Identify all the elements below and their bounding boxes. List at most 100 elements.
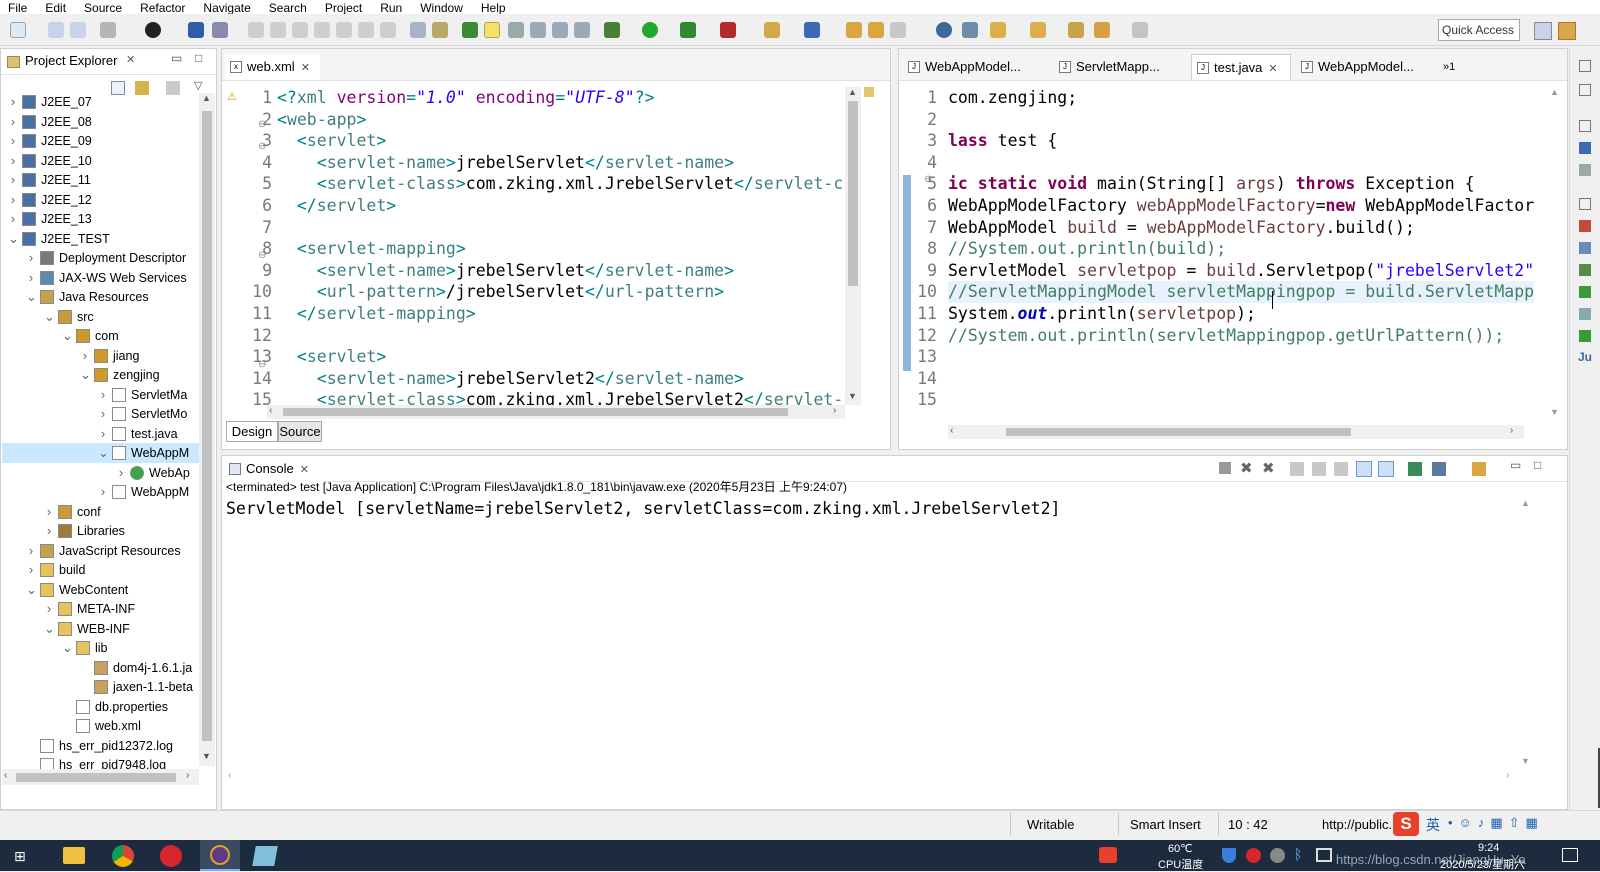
menu-item-run[interactable]: Run <box>380 2 402 14</box>
menu-item-help[interactable]: Help <box>481 2 506 14</box>
expand-icon[interactable]: › <box>44 599 54 619</box>
server-icon[interactable] <box>145 22 161 38</box>
new-class-icon[interactable] <box>804 22 820 38</box>
collapse-icon[interactable]: ⌄ <box>62 638 73 658</box>
quick-access-input[interactable]: Quick Access <box>1438 19 1520 41</box>
collapse-icon[interactable]: ⌄ <box>8 229 19 249</box>
sogou-ime-icon[interactable]: S <box>1393 812 1419 836</box>
resume-icon[interactable] <box>248 22 264 38</box>
tree-item[interactable]: ⌄ lib <box>2 638 202 658</box>
word-wrap-icon[interactable] <box>1334 462 1348 476</box>
people-icon[interactable] <box>1270 848 1285 863</box>
expand-icon[interactable]: › <box>26 560 36 580</box>
forward-icon[interactable] <box>1132 22 1148 38</box>
properties-icon[interactable] <box>1579 242 1591 254</box>
coverage-icon[interactable] <box>680 22 696 38</box>
tree-item[interactable]: ⌄ src <box>2 307 202 327</box>
tab-test-java[interactable]: Jtest.java ✕ <box>1191 54 1291 80</box>
show-whitespace-icon[interactable] <box>574 22 590 38</box>
display-console-icon[interactable] <box>1432 462 1446 476</box>
console-horizontal-scrollbar[interactable]: ‹ › <box>226 770 1516 784</box>
open-type-icon[interactable] <box>462 22 478 38</box>
previous-annotation-icon[interactable] <box>1030 22 1046 38</box>
expand-icon[interactable]: › <box>44 502 54 522</box>
open-console-icon[interactable] <box>1472 462 1486 476</box>
tree-item[interactable]: › JAX-WS Web Services <box>2 268 202 288</box>
external-tools-icon[interactable] <box>720 22 736 38</box>
step-return-icon[interactable] <box>380 22 396 38</box>
notepad-icon[interactable] <box>252 846 278 866</box>
tree-item[interactable]: › Libraries <box>2 521 202 541</box>
expand-icon[interactable]: › <box>8 151 18 171</box>
mark-occurrences-icon[interactable] <box>484 22 500 38</box>
console-output[interactable]: ServletModel [servletName=jrebelServlet2… <box>226 498 1060 520</box>
collapse-icon[interactable]: ⌄ <box>26 287 37 307</box>
notification-icon[interactable] <box>1562 848 1578 862</box>
close-icon[interactable]: ✕ <box>300 464 309 476</box>
tree-item[interactable]: › jiang <box>2 346 202 366</box>
minimize-icon[interactable]: ▭ <box>171 51 182 65</box>
expand-icon[interactable]: › <box>26 541 36 561</box>
skip-breakpoints-icon[interactable] <box>212 22 228 38</box>
step-over-icon[interactable] <box>358 22 374 38</box>
expand-icon[interactable]: › <box>26 248 36 268</box>
minimize-icon[interactable]: ▭ <box>1510 458 1521 472</box>
tree-item[interactable]: › META-INF <box>2 599 202 619</box>
open-perspective-icon[interactable] <box>1534 22 1552 40</box>
xml-horizontal-scrollbar[interactable]: ‹ › <box>267 405 845 419</box>
view-menu-icon[interactable]: ▽ <box>194 79 202 92</box>
menu-item-navigate[interactable]: Navigate <box>203 2 250 14</box>
search-tool-icon[interactable] <box>890 22 906 38</box>
tree-item[interactable]: › J2EE_13 <box>2 209 202 229</box>
expand-icon[interactable]: › <box>44 521 54 541</box>
explorer-horizontal-scrollbar[interactable]: ‹ › <box>2 769 199 785</box>
expand-icon[interactable]: › <box>8 190 18 210</box>
snippets-icon[interactable] <box>1579 308 1591 320</box>
tree-item[interactable]: db.properties <box>2 697 202 717</box>
xml-source-text[interactable]: <?xml version="1.0" encoding="UTF-8"?> <w… <box>277 87 843 407</box>
back-icon[interactable] <box>1094 22 1110 38</box>
ime-toolbar-icons[interactable]: •☺♪▦⇧▦ <box>1448 815 1588 831</box>
data-source-icon[interactable] <box>1579 286 1591 298</box>
tree-item[interactable]: › test.java <box>2 424 202 444</box>
collapse-icon[interactable]: ⌄ <box>62 326 73 346</box>
tree-item[interactable]: ⌄ Java Resources <box>2 287 202 307</box>
tree-item[interactable]: › J2EE_11 <box>2 170 202 190</box>
use-step-filters-icon[interactable] <box>432 22 448 38</box>
maximize-icon[interactable]: □ <box>1534 458 1541 472</box>
remove-launch-icon[interactable]: ✖ <box>1240 459 1253 477</box>
expand-icon[interactable]: › <box>8 170 18 190</box>
close-icon[interactable]: ✕ <box>1268 63 1277 75</box>
console-vertical-scrollbar[interactable]: ▲ ▼ <box>1518 498 1534 768</box>
java-horizontal-scrollbar[interactable]: ‹ › <box>948 425 1524 439</box>
save-icon[interactable] <box>48 22 64 38</box>
servers-icon[interactable] <box>1579 264 1591 276</box>
expand-icon[interactable]: › <box>80 346 90 366</box>
sogou-tray-icon[interactable] <box>1099 847 1117 863</box>
last-edit-icon[interactable] <box>1068 22 1084 38</box>
tab-servletmapping[interactable]: J ServletMapp... <box>1054 54 1184 80</box>
tree-item[interactable]: hs_err_pid12372.log <box>2 736 202 756</box>
clock-date[interactable]: 2020/5/23/星期六 <box>1440 856 1525 872</box>
terminate-icon[interactable] <box>292 22 308 38</box>
block-selection-icon[interactable] <box>530 22 546 38</box>
clear-console-icon[interactable] <box>1290 462 1304 476</box>
tree-item[interactable]: › WebAp <box>2 463 202 483</box>
menu-item-edit[interactable]: Edit <box>45 2 66 14</box>
tree-item[interactable]: › JavaScript Resources <box>2 541 202 561</box>
menu-item-source[interactable]: Source <box>84 2 122 14</box>
show-on-stderr-icon[interactable] <box>1378 461 1394 477</box>
close-icon[interactable]: ✕ <box>126 53 135 66</box>
collapse-icon[interactable]: ⌄ <box>98 443 109 463</box>
toggle-breadcrumb-icon[interactable] <box>508 22 524 38</box>
collapse-icon[interactable]: ⌄ <box>80 365 91 385</box>
tree-item[interactable]: › build <box>2 560 202 580</box>
chrome-icon[interactable] <box>112 845 134 867</box>
clock-time[interactable]: 9:24 <box>1478 842 1499 854</box>
netease-tray-icon[interactable] <box>1246 848 1261 863</box>
tree-item[interactable]: › J2EE_10 <box>2 151 202 171</box>
search-view-icon[interactable] <box>1579 330 1591 342</box>
restore-icon[interactable] <box>1579 120 1591 132</box>
disconnect-icon[interactable] <box>314 22 330 38</box>
menu-item-file[interactable]: File <box>8 2 27 14</box>
